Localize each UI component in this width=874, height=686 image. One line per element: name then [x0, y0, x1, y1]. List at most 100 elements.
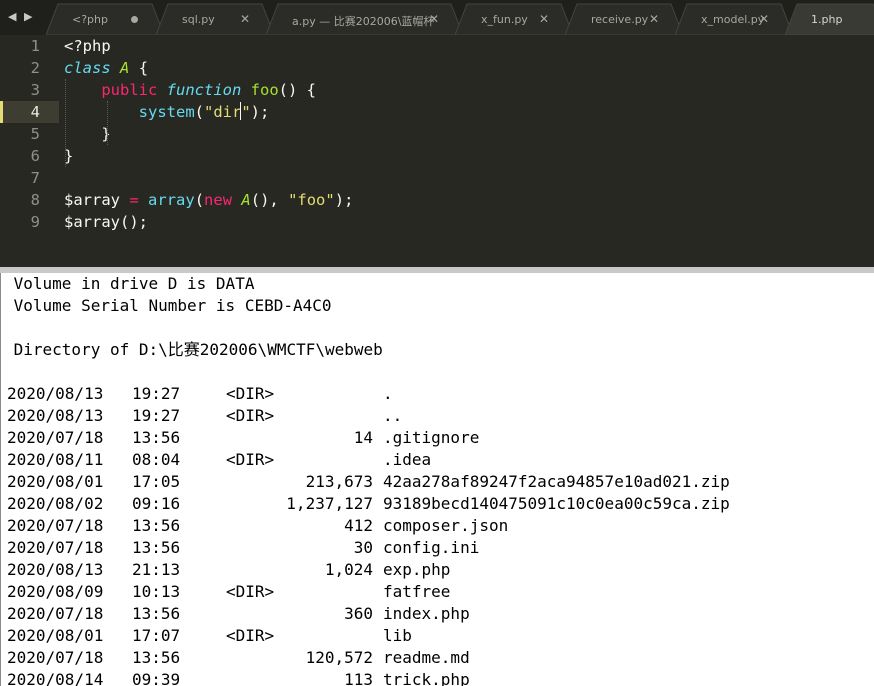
console-listing-row: 2020/08/01 17:05 213,673 42aa278af89247f2ac…: [7, 471, 867, 493]
entry-size: 412: [344, 516, 373, 535]
code-token: );: [334, 191, 354, 209]
console-listing-row: 2020/07/18 13:56 30 config.ini: [7, 537, 867, 559]
line-source: }: [64, 123, 111, 145]
code-token: class: [64, 59, 111, 77]
entry-size: 1,237,127: [286, 494, 373, 513]
entry-time: 13:56: [132, 428, 181, 447]
tab-4[interactable]: receive.py ✕: [565, 3, 683, 35]
entry-date: 2020/07/18: [7, 648, 104, 667]
entry-name: exp.php: [383, 560, 451, 579]
entry-time: 13:56: [132, 604, 181, 623]
entry-time: 13:56: [132, 516, 181, 535]
entry-time: 19:27: [132, 406, 181, 425]
code-editor[interactable]: ◀ ▶ <?php sql.py ✕ a.py — 比赛202006\蓝帽杯 ✕ x_fu…: [0, 0, 874, 267]
entry-dir-marker: <DIR>: [226, 406, 275, 425]
entry-name: .gitignore: [383, 428, 480, 447]
code-line[interactable]: 4 system("dir");: [0, 101, 874, 123]
code-token: new: [204, 191, 233, 209]
entry-dir-marker: <DIR>: [226, 450, 275, 469]
tab-5[interactable]: x_model.py ✕: [675, 3, 793, 35]
code-token: <?php: [64, 37, 111, 55]
entry-size: 113: [344, 670, 373, 686]
tab-label: a.py — 比赛202006\蓝帽杯: [292, 15, 435, 28]
code-line[interactable]: 6}: [0, 145, 874, 167]
entry-time: 09:16: [132, 494, 181, 513]
console-header-line: Directory of D:\比赛202006\WMCTF\webweb: [4, 340, 383, 359]
tab-label: x_model.py: [701, 13, 765, 26]
code-line[interactable]: 7: [0, 167, 874, 189]
entry-date: 2020/08/14: [7, 670, 104, 686]
entry-name: lib: [383, 626, 412, 645]
code-token: () {: [278, 81, 316, 99]
tab-label: sql.py: [182, 13, 215, 26]
console-header-line: Volume in drive D is DATA: [4, 274, 255, 293]
console-listing-row: 2020/08/13 21:13 1,024 exp.php: [7, 559, 867, 581]
entry-name: .: [383, 384, 393, 403]
entry-date: 2020/07/18: [7, 604, 104, 623]
tab-1[interactable]: sql.py ✕: [156, 3, 274, 35]
entry-date: 2020/08/01: [7, 472, 104, 491]
code-line[interactable]: 8 $array = array(new A(), "foo");: [0, 189, 874, 211]
entry-name: trick.php: [383, 670, 470, 686]
console-listing-row: 2020/08/09 10:13 <DIR> fatfree: [7, 581, 867, 603]
entry-name: readme.md: [383, 648, 470, 667]
entry-name: 93189becd140475091c10c0ea00c59ca.zip: [383, 494, 730, 513]
code-line[interactable]: 9 $array();: [0, 211, 874, 233]
entry-size: 213,673: [305, 472, 373, 491]
code-token: "foo": [288, 191, 335, 209]
entry-time: 08:04: [132, 450, 181, 469]
code-token: array: [148, 191, 195, 209]
entry-time: 21:13: [132, 560, 181, 579]
code-line[interactable]: 1 <?php: [0, 35, 874, 57]
string-before-cursor: "dir: [204, 103, 242, 121]
tab-6[interactable]: 1.php: [785, 3, 874, 35]
entry-size: 360: [344, 604, 373, 623]
console-listing-row: 2020/08/02 09:16 1,237,127 93189becd1404750…: [7, 493, 867, 515]
entry-name: 42aa278af89247f2aca94857e10ad021.zip: [383, 472, 730, 491]
console-listing-row: 2020/07/18 13:56 120,572 readme.md: [7, 647, 867, 669]
code-line[interactable]: 2 class A {: [0, 57, 874, 79]
code-line[interactable]: 5 }: [0, 123, 874, 145]
line-number: 8: [30, 191, 40, 209]
line-source: system("dir");: [64, 101, 269, 123]
code-token: (: [194, 103, 204, 121]
tab-3[interactable]: x_fun.py ✕: [455, 3, 573, 35]
left-right-arrows-icon[interactable]: ◀ ▶: [8, 10, 38, 26]
tab-label: 1.php: [811, 13, 843, 26]
code-token: A: [120, 59, 130, 77]
code-token: $array();: [64, 213, 148, 231]
code-token: (: [194, 191, 205, 209]
code-token: foo: [250, 81, 279, 99]
line-source: <?php: [64, 35, 111, 57]
code-token: function: [166, 81, 242, 99]
console-listing-row: 2020/07/18 13:56 360 index.php: [7, 603, 867, 625]
entry-time: 10:13: [132, 582, 181, 601]
line-number: 3: [30, 81, 40, 99]
close-icon[interactable]: ✕: [649, 12, 659, 26]
entry-size: 14: [353, 428, 373, 447]
entry-time: 17:07: [132, 626, 181, 645]
line-number: 1: [30, 37, 40, 55]
entry-name: composer.json: [383, 516, 509, 535]
tab-label: x_fun.py: [481, 13, 528, 26]
close-icon[interactable]: ✕: [240, 12, 250, 26]
code-line[interactable]: 3 public function foo() {: [0, 79, 874, 101]
code-area[interactable]: 1 <?php 2 class A {3 public function foo() …: [0, 35, 874, 267]
close-icon[interactable]: ✕: [539, 12, 549, 26]
entry-date: 2020/08/11: [7, 450, 104, 469]
tab-2[interactable]: a.py — 比赛202006\蓝帽杯 ✕: [266, 3, 463, 35]
close-icon[interactable]: ✕: [759, 12, 769, 26]
code-token: }: [64, 125, 111, 143]
entry-name: .idea: [383, 450, 432, 469]
tab-0[interactable]: <?php: [46, 3, 164, 35]
modified-dot-icon[interactable]: [131, 16, 138, 23]
line-number: 2: [30, 59, 40, 77]
entry-size: 120,572: [305, 648, 373, 667]
close-icon[interactable]: ✕: [429, 12, 439, 26]
